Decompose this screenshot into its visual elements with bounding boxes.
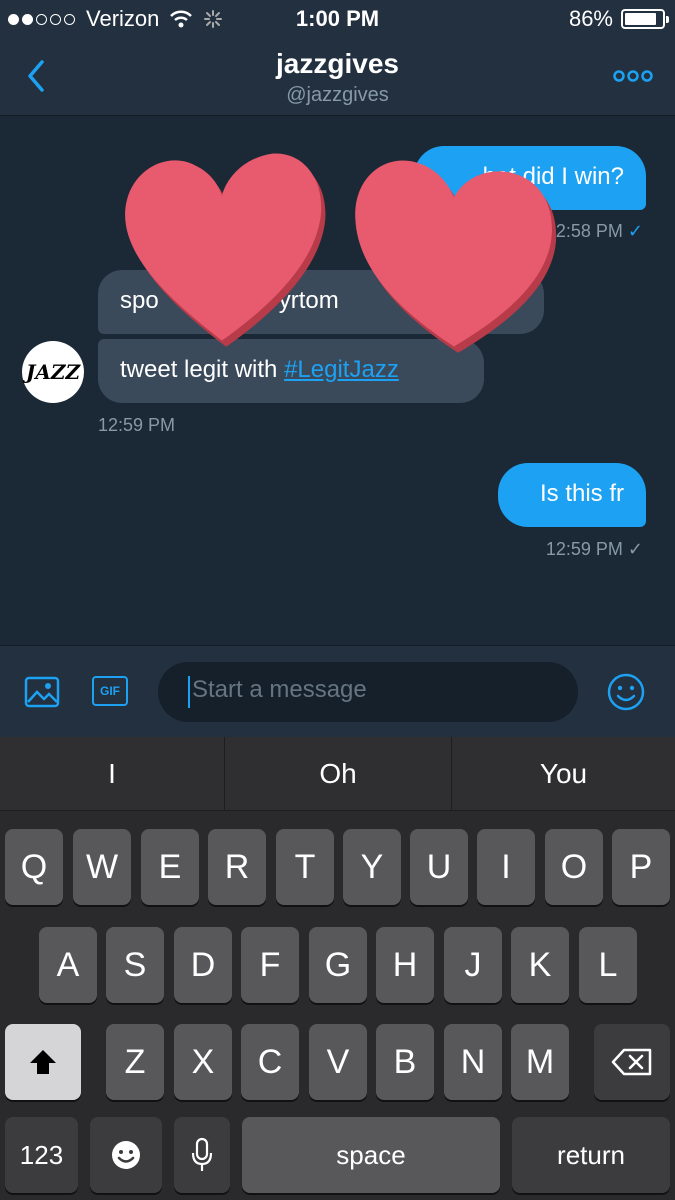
key-d[interactable]: D <box>174 927 232 1003</box>
key-t[interactable]: T <box>276 829 334 905</box>
key-y[interactable]: Y <box>343 829 401 905</box>
key-a[interactable]: A <box>39 927 97 1003</box>
read-check-icon: ✓ <box>627 221 643 241</box>
avatar[interactable]: JAZZ <box>22 341 84 403</box>
key-b[interactable]: B <box>376 1024 434 1100</box>
predictive-bar: I Oh You <box>0 737 675 811</box>
key-l[interactable]: L <box>579 927 637 1003</box>
prediction-1[interactable]: I <box>0 737 224 811</box>
backspace-icon <box>611 1048 652 1076</box>
key-u[interactable]: U <box>410 829 468 905</box>
key-m[interactable]: M <box>511 1024 569 1100</box>
key-j[interactable]: J <box>444 927 502 1003</box>
key-c[interactable]: C <box>241 1024 299 1100</box>
emoji-face-icon <box>112 1141 140 1169</box>
message-input[interactable]: Start a message <box>158 662 578 722</box>
battery-percent: 86% <box>568 6 613 31</box>
key-n[interactable]: N <box>444 1024 502 1100</box>
key-x[interactable]: X <box>174 1024 232 1100</box>
emoji-icon[interactable] <box>606 672 646 712</box>
emoji-key[interactable] <box>90 1117 162 1193</box>
key-o[interactable]: O <box>545 829 603 905</box>
shift-arrow-icon <box>30 1050 56 1074</box>
image-icon[interactable] <box>24 674 60 710</box>
battery-icon <box>621 9 669 29</box>
heart-sticker-icon <box>125 153 326 347</box>
key-r[interactable]: R <box>208 829 266 905</box>
key-g[interactable]: G <box>309 927 367 1003</box>
key-h[interactable]: H <box>376 927 434 1003</box>
sent-check-icon: ✓ <box>627 539 643 559</box>
prediction-2[interactable]: Oh <box>225 737 451 811</box>
message-input-placeholder: Start a message <box>192 676 367 703</box>
shift-key[interactable] <box>5 1024 81 1100</box>
key-w[interactable]: W <box>73 829 131 905</box>
dictation-key[interactable] <box>174 1117 230 1193</box>
hashtag-link[interactable]: #LegitJazz <box>284 356 399 383</box>
status-bar: Verizon 1:00 PM 86% <box>0 0 675 38</box>
key-e[interactable]: E <box>141 829 199 905</box>
message-timestamp: 2:58 PM ✓ <box>555 221 643 241</box>
return-key[interactable]: return <box>512 1117 670 1193</box>
message-timestamp: 12:59 PM <box>98 415 176 435</box>
compose-bar: GIF Start a message <box>0 645 675 737</box>
key-s[interactable]: S <box>106 927 164 1003</box>
key-q[interactable]: Q <box>5 829 63 905</box>
space-key[interactable]: space <box>242 1117 500 1193</box>
key-z[interactable]: Z <box>106 1024 164 1100</box>
gif-icon[interactable]: GIF <box>92 676 128 706</box>
prediction-3[interactable]: You <box>452 737 675 811</box>
key-p[interactable]: P <box>612 829 670 905</box>
heart-sticker-icon <box>355 160 557 353</box>
delete-key[interactable] <box>594 1024 670 1100</box>
more-options-icon[interactable] <box>613 66 653 86</box>
conversation-handle: @jazzgives <box>286 84 389 106</box>
key-v[interactable]: V <box>309 1024 367 1100</box>
keyboard: I Oh You Q W E R T Y U I O P A S D F G H… <box>0 737 675 1200</box>
outgoing-message[interactable]: Is this fr <box>498 463 646 527</box>
numbers-key[interactable]: 123 <box>5 1117 78 1193</box>
key-i[interactable]: I <box>477 829 535 905</box>
conversation-title: jazzgives <box>276 48 399 79</box>
key-f[interactable]: F <box>241 927 299 1003</box>
message-timestamp: 12:59 PM ✓ <box>545 539 643 559</box>
key-k[interactable]: K <box>511 927 569 1003</box>
microphone-icon <box>191 1137 213 1171</box>
conversation-header: jazzgives @jazzgives <box>0 38 675 116</box>
message-list[interactable]: hat did I win? 2:58 PM ✓ spo yrtom JAZZ t… <box>0 117 675 645</box>
text-cursor <box>188 676 190 708</box>
